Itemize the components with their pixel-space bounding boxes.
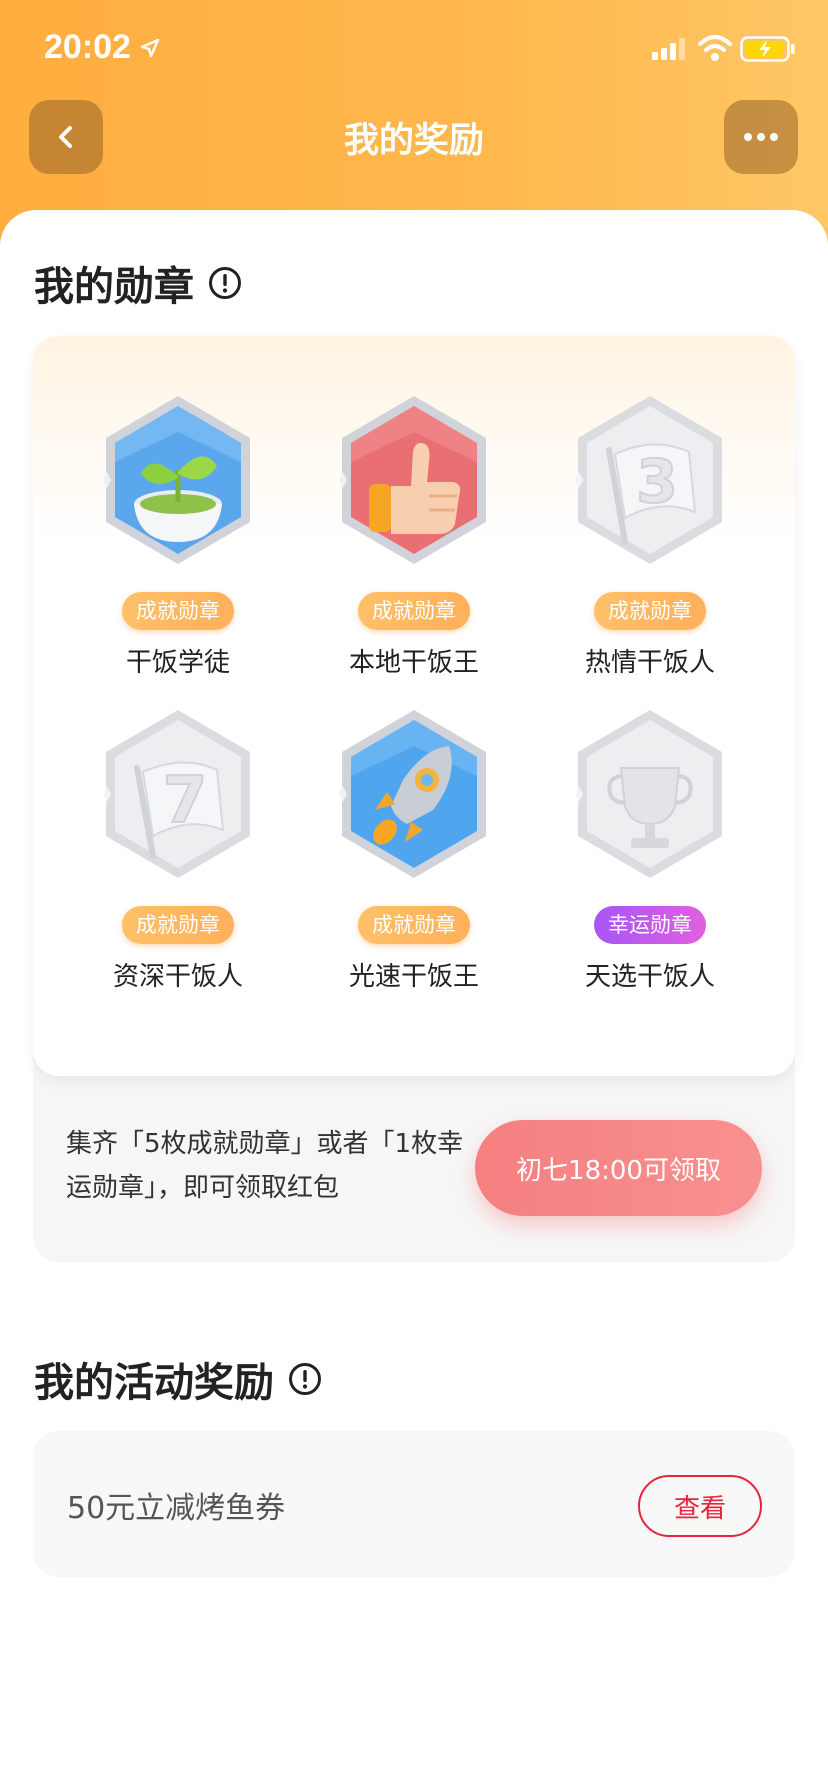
badge-name: 天选干饭人 — [584, 962, 715, 992]
badge-tag: 成就勋章 — [122, 906, 234, 944]
svg-text:7: 7 — [163, 764, 208, 838]
badge-item[interactable]: 成就勋章 光速干饭王 — [314, 706, 514, 993]
status-bar: 20:02 — [0, 0, 828, 100]
trophy-luck-medal-icon — [575, 710, 722, 878]
info-icon[interactable] — [208, 266, 242, 300]
activity-title-text: 我的活动奖励 — [34, 1360, 274, 1406]
claim-button[interactable]: 初七18:00可领取 — [475, 1120, 762, 1216]
info-icon[interactable] — [288, 1362, 322, 1396]
badge-name: 热情干饭人 — [584, 648, 715, 678]
battery-charging-icon — [740, 36, 795, 62]
activity-section-title: 我的活动奖励 — [34, 1350, 322, 1408]
badges-title-text: 我的勋章 — [34, 264, 194, 310]
badges-section-title: 我的勋章 — [34, 254, 242, 312]
badge-tag: 成就勋章 — [358, 592, 470, 630]
thumbs-up-medal-icon — [339, 396, 486, 564]
flag-7-medal-icon: 7 — [103, 710, 250, 878]
badge-tag: 成就勋章 — [594, 592, 706, 630]
signal-icon — [652, 38, 685, 60]
location-arrow-icon — [140, 38, 160, 58]
sprout-bowl-medal-icon — [103, 396, 250, 564]
wifi-icon — [698, 35, 732, 61]
badge-item[interactable]: 3 成就勋章 热情干饭人 — [550, 392, 750, 679]
more-button[interactable] — [724, 100, 798, 174]
badge-item[interactable]: 7 成就勋章 资深干饭人 — [78, 706, 278, 993]
badge-item[interactable]: 成就勋章 本地干饭王 — [314, 392, 514, 679]
rocket-medal-icon — [339, 710, 486, 878]
collect-rule-text: 集齐「5枚成就勋章」或者「1枚幸运勋章」，即可领取红包 — [66, 1129, 464, 1203]
badge-tag: 成就勋章 — [122, 592, 234, 630]
view-button[interactable]: 查看 — [638, 1475, 762, 1537]
badge-name: 干饭学徒 — [125, 648, 230, 678]
badge-tag: 成就勋章 — [358, 906, 470, 944]
reward-item: 50元立减烤鱼券 查看 — [33, 1431, 795, 1577]
flag-3-medal-icon: 3 — [575, 396, 722, 564]
badge-item[interactable]: 成就勋章 干饭学徒 — [78, 392, 278, 679]
badge-name: 光速干饭王 — [348, 962, 479, 992]
page-title: 我的奖励 — [343, 121, 484, 161]
reward-label: 50元立减烤鱼券 — [67, 1491, 286, 1526]
badge-name: 资深干饭人 — [112, 962, 243, 992]
svg-text:3: 3 — [636, 447, 678, 517]
status-time: 20:02 — [44, 28, 131, 66]
badge-tag: 幸运勋章 — [594, 906, 706, 944]
badge-name: 本地干饭王 — [348, 648, 479, 678]
badge-item[interactable]: 幸运勋章 天选干饭人 — [550, 706, 750, 993]
more-dots-icon — [744, 133, 778, 141]
